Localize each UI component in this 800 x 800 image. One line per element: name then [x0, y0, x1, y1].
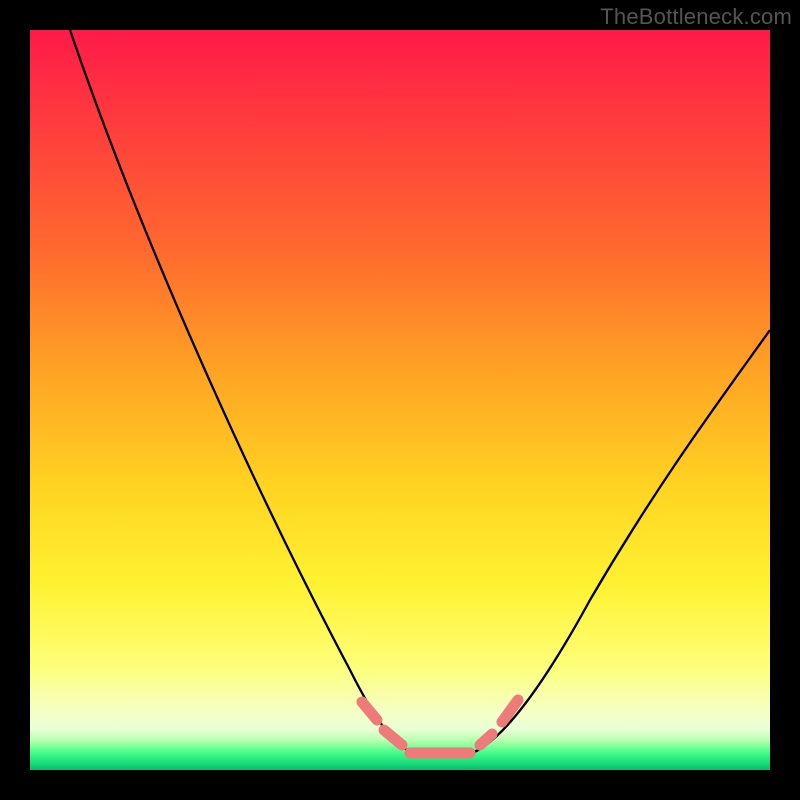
highlight-seg-5 [502, 700, 518, 722]
curve-layer [30, 30, 770, 770]
curve-left [65, 15, 422, 756]
highlight-seg-1 [362, 702, 377, 720]
watermark-text: TheBottleneck.com [600, 4, 792, 30]
chart-frame: TheBottleneck.com [0, 0, 800, 800]
curve-right [462, 330, 770, 756]
highlight-seg-2 [384, 730, 402, 745]
highlight-seg-4 [480, 734, 492, 745]
highlight-group [362, 700, 518, 753]
plot-area [30, 30, 770, 770]
